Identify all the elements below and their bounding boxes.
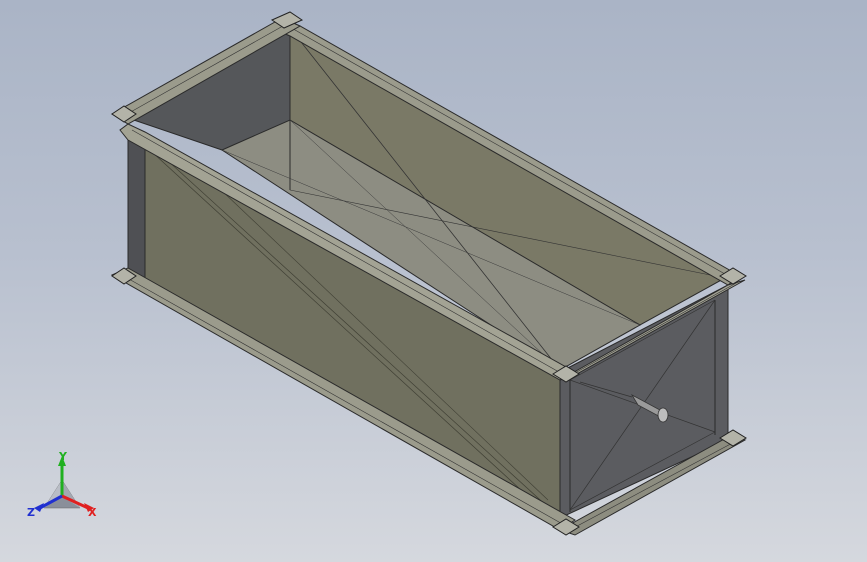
duct-model[interactable]: [0, 0, 867, 562]
left-end-wall: [127, 129, 146, 281]
orientation-triad[interactable]: Y X Z: [26, 450, 106, 522]
graphics-viewport[interactable]: Y X Z: [0, 0, 867, 562]
y-axis-label: Y: [59, 450, 67, 463]
x-axis-label: X: [88, 506, 97, 519]
z-axis-label: Z: [27, 506, 35, 519]
